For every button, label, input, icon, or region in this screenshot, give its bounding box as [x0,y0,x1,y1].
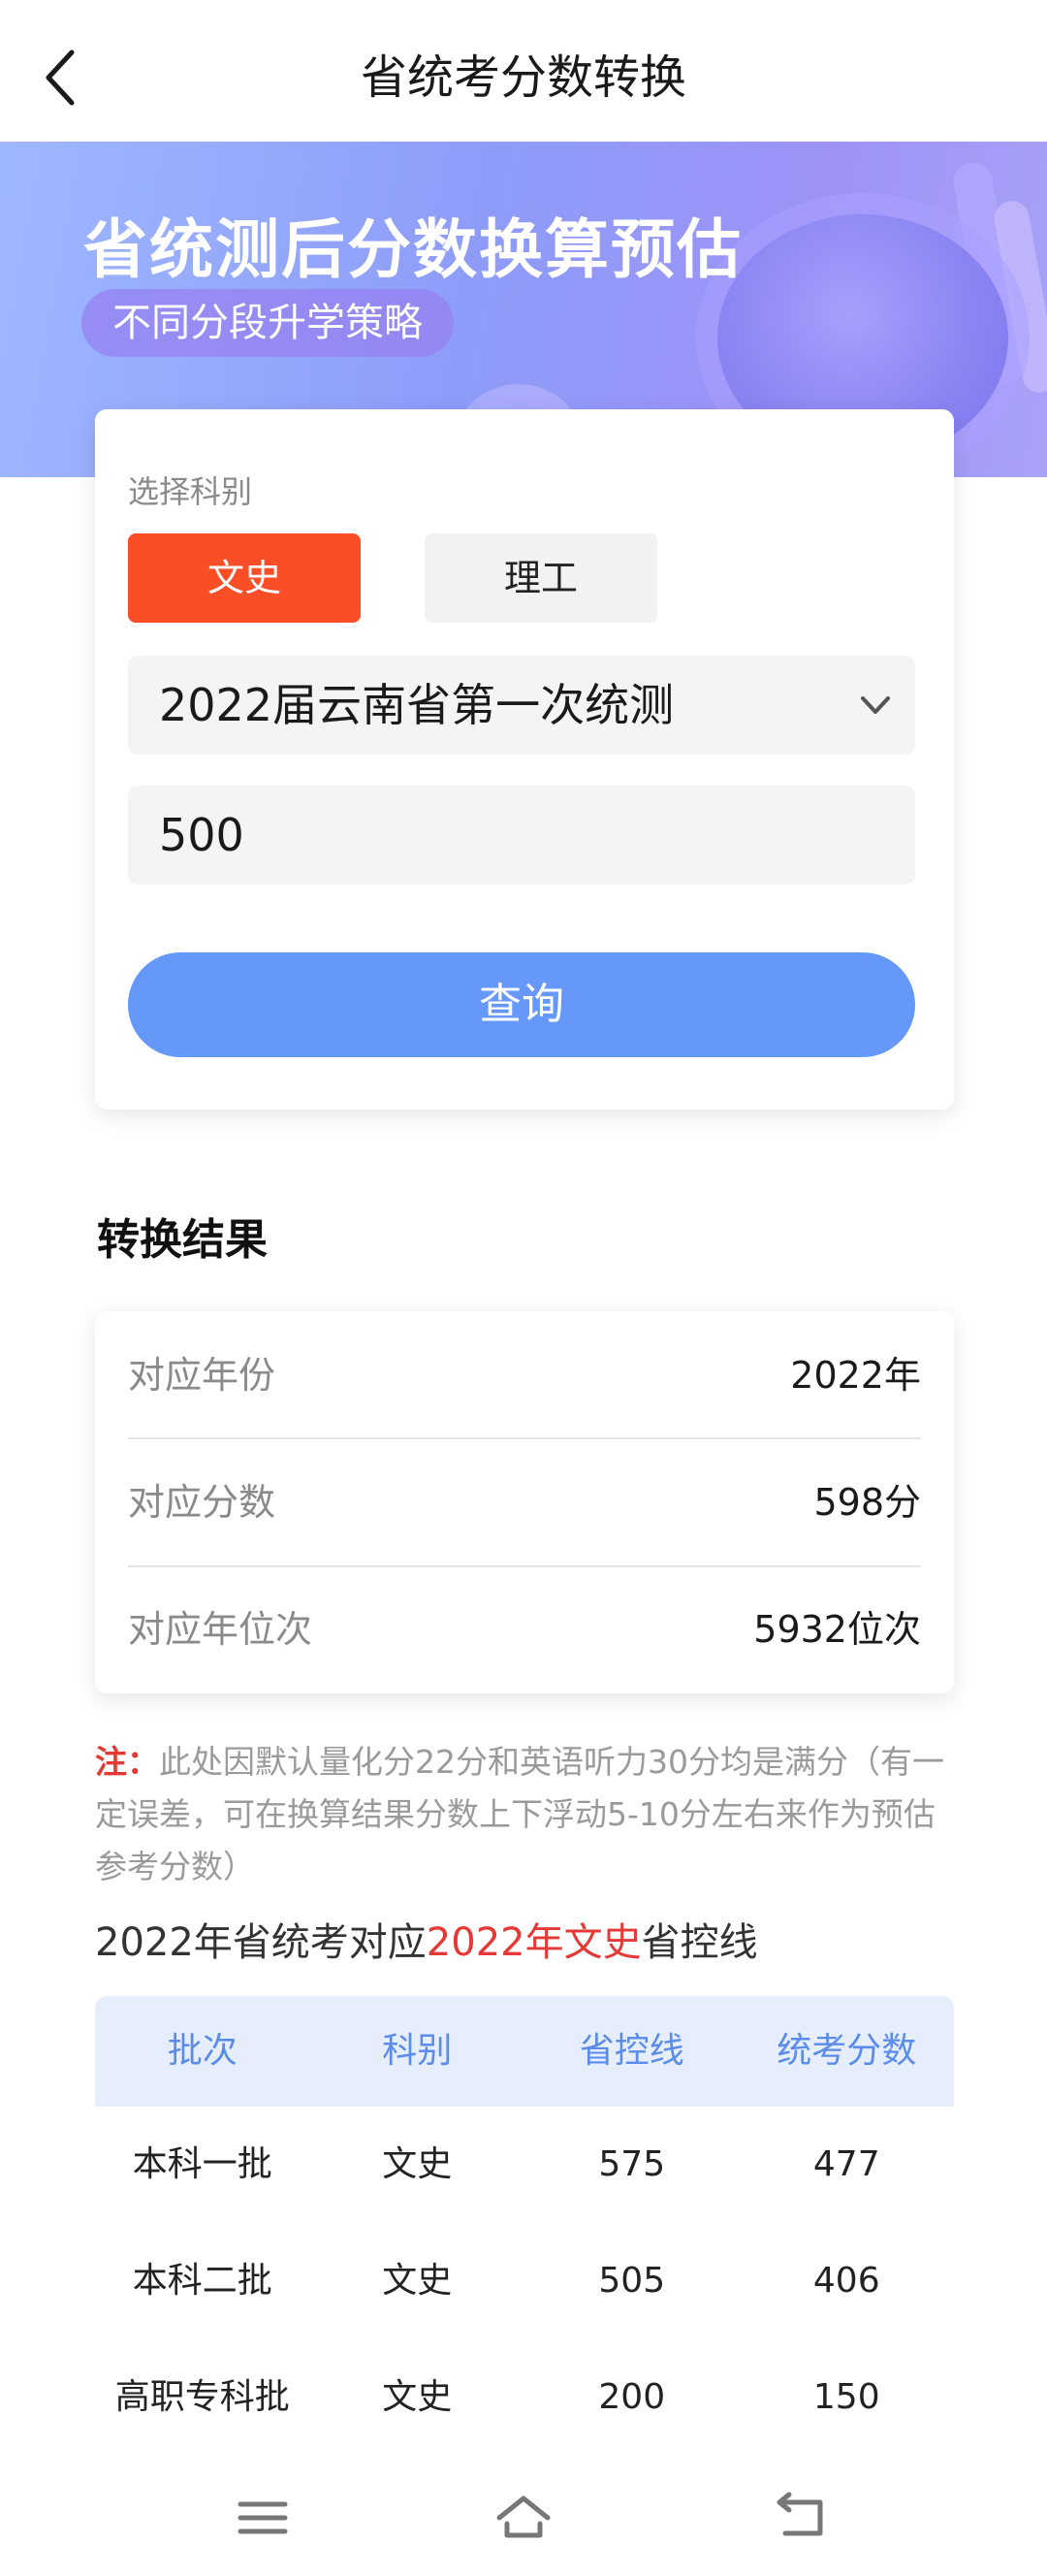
result-label: 对应年位次 [128,1608,313,1651]
exam-select-value: 2022届云南省第一次统测 [159,679,675,731]
control-line-heading: 2022年省统考对应2022年文史省控线 [95,1911,758,1967]
table-cell: 文史 [382,2377,453,2417]
result-row-year: 对应年份 2022年 [128,1311,921,1439]
table-cell: 文史 [382,2261,453,2301]
table-cell: 文史 [382,2144,453,2184]
result-label: 对应年份 [128,1354,276,1397]
table-row: 本科二批 文史 505 406 [95,2223,954,2339]
table-header: 批次 科别 省控线 统考分数 [95,1996,954,2107]
score-input[interactable] [128,786,915,885]
table-cell: 150 [812,2377,880,2417]
table-cell: 高职专科批 [114,2377,290,2417]
menu-button[interactable] [229,2489,297,2547]
table-row: 本科一批 文史 575 477 [95,2107,954,2223]
query-form-card: 选择科别 文史 理工 2022届云南省第一次统测 查询 [95,409,954,1110]
return-button[interactable] [766,2489,834,2547]
query-button[interactable]: 查询 [128,952,915,1057]
table-cell: 406 [812,2261,880,2301]
column-header: 批次 [167,2031,238,2071]
results-title: 转换结果 [97,1215,268,1265]
menu-icon [238,2501,288,2534]
result-row-rank: 对应年位次 5932位次 [128,1565,921,1693]
chevron-down-icon [861,696,890,714]
note-prefix: 注： [95,1743,159,1781]
result-value: 5932位次 [753,1608,921,1651]
heading-text: 省控线 [641,1920,758,1965]
result-value: 598分 [813,1481,921,1524]
column-header: 省控线 [579,2031,684,2071]
heading-highlight: 2022年文史 [426,1920,642,1965]
system-nav-bar [0,2463,1047,2576]
table-row: 高职专科批 文史 200 150 [95,2339,954,2456]
table-cell: 本科一批 [132,2144,272,2184]
home-button[interactable] [490,2489,557,2547]
control-line-table: 批次 科别 省控线 统考分数 本科一批 文史 575 477 本科二批 文史 5… [95,1996,954,2456]
result-label: 对应分数 [128,1481,276,1524]
table-cell: 本科二批 [132,2261,272,2301]
column-header: 统考分数 [777,2031,917,2071]
heading-text: 2022年省统考对应 [95,1920,427,1965]
table-cell: 200 [598,2377,666,2417]
table-cell: 505 [598,2261,666,2301]
table-cell: 477 [812,2144,880,2184]
subject-label: 选择科别 [128,473,253,510]
disclaimer-note: 注：此处因默认量化分22分和英语听力30分均是满分（有一定误差，可在换算结果分数… [95,1736,952,1893]
result-value: 2022年 [790,1354,921,1397]
banner-title: 省统测后分数换算预估 [83,212,743,287]
subject-option-ligong[interactable]: 理工 [425,533,657,623]
result-row-score: 对应分数 598分 [128,1438,921,1566]
app-header: 省统考分数转换 [0,0,1047,142]
page-title: 省统考分数转换 [360,50,686,105]
banner-subtitle: 不同分段升学策略 [81,289,454,357]
column-header: 科别 [382,2031,453,2071]
note-text: 此处因默认量化分22分和英语听力30分均是满分（有一定误差，可在换算结果分数上下… [95,1743,944,1885]
return-icon [777,2492,823,2536]
table-cell: 575 [598,2144,666,2184]
results-card: 对应年份 2022年 对应分数 598分 对应年位次 5932位次 [95,1311,954,1693]
exam-select[interactable]: 2022届云南省第一次统测 [128,656,915,755]
subject-option-wenshi[interactable]: 文史 [128,533,361,623]
home-icon [496,2496,551,2538]
